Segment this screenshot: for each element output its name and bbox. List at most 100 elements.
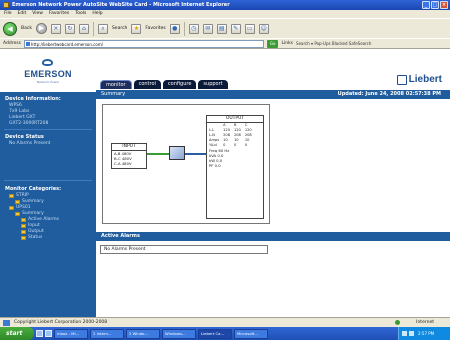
- minimize-button[interactable]: _: [422, 1, 430, 9]
- folder-icon[interactable]: ▭: [244, 23, 255, 34]
- folder-icon: [21, 218, 26, 222]
- emerson-logo-subtitle: Network Power: [36, 80, 60, 84]
- maximize-button[interactable]: □: [431, 1, 439, 9]
- start-button[interactable]: start: [0, 327, 34, 340]
- search-label[interactable]: Search: [112, 26, 127, 31]
- tab-bar: monitor control configure support: [100, 80, 228, 89]
- quick-launch-ie-icon[interactable]: [36, 330, 43, 337]
- toolbar-separator: [92, 21, 94, 36]
- output-value: PF 0.0: [209, 163, 221, 168]
- main-content: monitor control configure support Lieber…: [96, 49, 450, 317]
- emerson-logo-text: EMERSON: [24, 69, 72, 79]
- sidebar: EMERSON Network Power Device Information…: [0, 49, 96, 317]
- windows-taskbar: start Inbox - Mi... 2 Intern... 2 Windo.…: [0, 327, 450, 340]
- liebert-logo-icon: [396, 74, 407, 85]
- taskbar-item[interactable]: Windows...: [162, 328, 196, 339]
- ie-app-icon: [3, 2, 9, 8]
- input-value: C-A 480V: [114, 161, 132, 166]
- device-status-value: No Alarms Present: [9, 141, 51, 146]
- device-info-line: GXT2-3000RT208: [9, 121, 49, 126]
- sidebar-divider: [4, 129, 92, 130]
- liebert-logo-text: Liebert: [408, 74, 442, 85]
- menu-file[interactable]: File: [4, 10, 12, 18]
- window-title-bar: Emerson Network Power AutoSite WebSite C…: [0, 0, 450, 10]
- window-title: Emerson Network Power AutoSite WebSite C…: [12, 2, 230, 8]
- search-toolbar[interactable]: Search ▾ Pop-Ups Blocked SafeSearch: [296, 41, 371, 46]
- taskbar-item[interactable]: 2 Windo...: [126, 328, 160, 339]
- device-status: Device Status No Alarms Present: [0, 131, 96, 150]
- menu-favorites[interactable]: Favorites: [49, 10, 69, 18]
- menu-tools[interactable]: Tools: [75, 10, 86, 18]
- input-block[interactable]: INPUT A-B 480V B-C 480V C-A 480V: [111, 143, 147, 169]
- media-icon[interactable]: ●: [169, 23, 180, 34]
- edit-icon[interactable]: ✎: [230, 23, 241, 34]
- favorites-label[interactable]: Favorites: [145, 26, 165, 31]
- taskbar-item[interactable]: Inbox - Mi...: [54, 328, 88, 339]
- tab-control[interactable]: control: [133, 80, 161, 89]
- updated-timestamp: Updated: June 24, 2008 02:57:38 PM: [337, 91, 441, 97]
- folder-icon: [9, 194, 14, 198]
- tree-item-status[interactable]: Status: [5, 235, 91, 241]
- output-block[interactable]: OUTPUT A B C L-L 120 120 120 L-N 208 208…: [206, 115, 264, 219]
- page-icon: [3, 320, 10, 326]
- close-button[interactable]: ×: [440, 1, 448, 9]
- search-icon[interactable]: ⌕: [97, 23, 108, 34]
- taskbar-item[interactable]: 2 Intern...: [90, 328, 124, 339]
- emerson-logo-mark-icon: [42, 59, 53, 66]
- menu-edit[interactable]: Edit: [18, 10, 27, 18]
- active-alarms-header: Active Alarms: [96, 232, 450, 241]
- home-icon[interactable]: ⌂: [78, 23, 89, 34]
- internet-zone-icon: [395, 320, 400, 325]
- emerson-logo: EMERSON Network Power: [0, 49, 96, 92]
- tab-support[interactable]: support: [198, 80, 228, 89]
- folder-icon: [15, 212, 20, 216]
- summary-header: Summary Updated: June 24, 2008 02:57:38 …: [96, 90, 450, 99]
- sidebar-divider: [4, 180, 92, 181]
- ups-unit-icon[interactable]: [169, 146, 185, 160]
- summary-label: Summary: [101, 91, 126, 97]
- menu-view[interactable]: View: [32, 10, 43, 18]
- folder-icon: [21, 230, 26, 234]
- menu-help[interactable]: Help: [92, 10, 102, 18]
- input-power-line: [147, 153, 169, 155]
- forward-arrow-icon[interactable]: ▶: [35, 23, 47, 34]
- folder-icon: [21, 224, 26, 228]
- favorites-star-icon[interactable]: ★: [131, 23, 142, 34]
- device-info-title: Device Information:: [5, 96, 61, 102]
- links-label[interactable]: Links: [281, 41, 293, 46]
- web-page: EMERSON Network Power Device Information…: [0, 49, 450, 317]
- monitor-categories: Monitor Categories: STRIP Summary UPS01 …: [0, 183, 96, 244]
- alarm-message: No Alarms Present: [100, 245, 268, 254]
- history-icon[interactable]: ◷: [188, 23, 199, 34]
- browser-status-bar: Copyright Liebert Corporation 2000-2008 …: [0, 317, 450, 327]
- folder-icon: [21, 236, 26, 240]
- back-arrow-icon[interactable]: ◀: [3, 21, 17, 36]
- print-icon[interactable]: ▤: [216, 23, 227, 34]
- liebert-logo: Liebert: [396, 74, 442, 85]
- tab-monitor[interactable]: monitor: [100, 80, 132, 89]
- tree-item-label[interactable]: Status: [28, 235, 42, 241]
- address-bar: Address http://liebertwebcard.emerson.co…: [0, 38, 450, 49]
- tray-volume-icon[interactable]: [409, 331, 414, 336]
- folder-icon: [15, 200, 20, 204]
- tab-configure[interactable]: configure: [162, 80, 197, 89]
- address-input[interactable]: http://liebertwebcard.emerson.com/: [23, 39, 264, 48]
- toolbar-separator: [183, 21, 185, 36]
- go-button[interactable]: Go: [266, 39, 279, 48]
- device-status-title: Device Status: [5, 134, 44, 140]
- mail-icon[interactable]: ✉: [202, 23, 213, 34]
- menu-bar: File Edit View Favorites Tools Help: [0, 10, 450, 18]
- back-label[interactable]: Back: [21, 26, 32, 31]
- taskbar-item-active[interactable]: Liebert Ca...: [198, 328, 232, 339]
- ups-one-line-diagram: INPUT A-B 480V B-C 480V C-A 480V OUTPUT …: [102, 104, 270, 224]
- messenger-icon[interactable]: ☺: [258, 23, 269, 34]
- output-table: A B C L-L 120 120 120 L-N 208 208 208 Am…: [207, 123, 254, 148]
- output-title: OUTPUT: [207, 116, 263, 123]
- taskbar-item[interactable]: Microsoft...: [234, 328, 268, 339]
- stop-icon[interactable]: ×: [50, 23, 61, 34]
- quick-launch-desktop-icon[interactable]: [45, 330, 52, 337]
- input-title: INPUT: [112, 144, 146, 151]
- tray-network-icon[interactable]: [402, 331, 407, 336]
- folder-icon: [9, 206, 14, 210]
- refresh-icon[interactable]: ↻: [64, 23, 75, 34]
